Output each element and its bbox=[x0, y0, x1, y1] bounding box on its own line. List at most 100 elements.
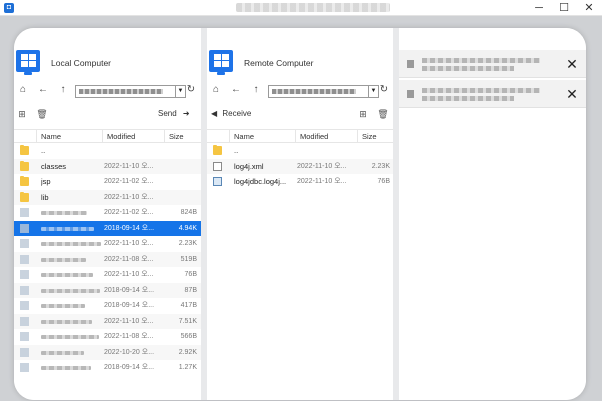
file-modified: 2018-09-14 오... bbox=[104, 364, 155, 371]
remote-panel-header: Remote Computer bbox=[207, 50, 393, 75]
column-size[interactable]: Size bbox=[164, 130, 201, 144]
file-row[interactable]: 2022-11-10 오... 76B bbox=[14, 267, 201, 283]
transfer-item[interactable]: ✕ bbox=[399, 80, 586, 108]
transfer-queue: ✕ ✕ bbox=[399, 28, 586, 400]
file-row[interactable]: 2018-09-14 오... 1.27K bbox=[14, 360, 201, 376]
file-row[interactable]: 2018-09-14 오... 417B bbox=[14, 298, 201, 314]
file-name: jsp bbox=[41, 177, 51, 186]
file-icon bbox=[20, 208, 29, 217]
local-path-input[interactable] bbox=[75, 85, 176, 98]
send-button[interactable]: Send ➜ bbox=[158, 108, 190, 120]
send-label: Send bbox=[158, 109, 177, 118]
file-row[interactable]: 2022-11-08 오... 566B bbox=[14, 329, 201, 345]
home-icon[interactable]: ⌂ bbox=[209, 82, 223, 98]
file-modified: 2022-11-10 오... bbox=[297, 178, 347, 185]
folder-icon bbox=[20, 160, 29, 171]
file-row[interactable]: 2018-09-14 오... 87B bbox=[14, 282, 201, 298]
column-name[interactable]: Name bbox=[229, 130, 295, 144]
back-arrow-icon[interactable]: ← bbox=[229, 82, 243, 98]
file-row[interactable]: jsp 2022-11-02 오... bbox=[14, 174, 201, 190]
transfer-item-text bbox=[422, 58, 540, 63]
file-modified: 2022-11-02 오... bbox=[104, 209, 154, 216]
file-size: 417B bbox=[180, 302, 197, 309]
send-arrow-icon: ➜ bbox=[182, 109, 190, 118]
file-icon bbox=[20, 332, 29, 341]
up-arrow-icon[interactable]: ↑ bbox=[249, 82, 263, 98]
file-row[interactable]: classes 2022-11-10 오... bbox=[14, 158, 201, 174]
file-modified: 2022-11-10 오... bbox=[104, 240, 154, 247]
home-icon[interactable]: ⌂ bbox=[16, 82, 30, 98]
file-icon bbox=[20, 301, 29, 310]
column-modified[interactable]: Modified bbox=[102, 130, 164, 144]
transfer-item-text bbox=[422, 88, 540, 93]
receive-arrow-icon: ◀ bbox=[211, 109, 218, 118]
trash-icon[interactable]: 🗑 bbox=[36, 108, 48, 120]
column-size[interactable]: Size bbox=[357, 130, 393, 144]
refresh-icon[interactable]: ↻ bbox=[377, 82, 391, 98]
new-folder-icon[interactable]: ⊞ bbox=[357, 108, 369, 120]
new-folder-icon[interactable]: ⊞ bbox=[16, 108, 28, 120]
local-computer-panel: Local Computer ⌂ ← ↑ ▼ ↻ ⊞ 🗑 Send ➜ Name… bbox=[14, 28, 201, 400]
file-modified: 2022-11-08 오... bbox=[104, 333, 154, 340]
file-size: 2.92K bbox=[178, 348, 197, 356]
file-size bbox=[164, 143, 197, 159]
file-row[interactable]: 2022-11-10 오... 2.23K bbox=[14, 236, 201, 252]
file-row[interactable]: log4j.xml 2022-11-10 오... 2.23K bbox=[207, 158, 393, 174]
file-size: 2.23K bbox=[178, 240, 197, 247]
local-nav-bar: ⌂ ← ↑ ▼ ↻ bbox=[14, 82, 201, 100]
file-row[interactable]: .. bbox=[207, 143, 393, 159]
app-logo-icon: ◘ bbox=[4, 3, 14, 13]
receive-button[interactable]: ◀ Receive bbox=[211, 108, 251, 120]
file-name: classes bbox=[41, 161, 67, 171]
minimize-button[interactable]: ─ bbox=[526, 0, 552, 16]
file-modified: 2018-09-14 오... bbox=[104, 286, 155, 294]
up-arrow-icon[interactable]: ↑ bbox=[56, 82, 70, 98]
file-modified: 2022-11-10 오... bbox=[104, 271, 154, 278]
remote-path-input[interactable] bbox=[268, 85, 369, 98]
file-row[interactable]: 2022-11-02 오... 824B bbox=[14, 205, 201, 221]
maximize-button[interactable]: ☐ bbox=[551, 0, 577, 16]
file-size: 824B bbox=[180, 209, 197, 216]
transfer-item-subtext bbox=[422, 66, 514, 71]
file-size: 2.23K bbox=[371, 162, 390, 170]
close-window-button[interactable]: ✕ bbox=[576, 0, 602, 16]
file-size: 76B bbox=[377, 178, 390, 185]
file-transfer-dialog: Local Computer ⌂ ← ↑ ▼ ↻ ⊞ 🗑 Send ➜ Name… bbox=[14, 28, 586, 400]
column-name[interactable]: Name bbox=[36, 130, 102, 144]
file-name bbox=[41, 304, 85, 308]
file-name bbox=[41, 319, 92, 324]
column-modified[interactable]: Modified bbox=[295, 130, 357, 144]
document-icon bbox=[213, 161, 222, 171]
file-modified: 2022-10-20 오... bbox=[104, 348, 155, 356]
file-icon bbox=[407, 60, 414, 68]
file-row[interactable]: 2022-11-10 오... 7.51K bbox=[14, 313, 201, 329]
close-icon[interactable]: ✕ bbox=[564, 86, 580, 102]
file-size: 7.51K bbox=[178, 317, 197, 325]
remote-action-bar: ◀ Receive ⊞ 🗑 bbox=[207, 108, 393, 122]
refresh-icon[interactable]: ↻ bbox=[184, 82, 198, 98]
folder-icon bbox=[20, 191, 29, 202]
remote-file-list: .. log4j.xml 2022-11-10 오... 2.23K log4jdbc.… bbox=[207, 143, 393, 190]
trash-icon[interactable]: 🗑 bbox=[377, 108, 389, 120]
file-row[interactable]: log4jdbc.log4j... 2022-11-10 오... 76B bbox=[207, 174, 393, 190]
file-row[interactable]: 2022-11-08 오... 519B bbox=[14, 251, 201, 267]
file-icon bbox=[20, 270, 29, 279]
file-size: 76B bbox=[184, 271, 197, 278]
back-arrow-icon[interactable]: ← bbox=[36, 82, 50, 98]
file-modified: 2022-11-08 오... bbox=[104, 255, 154, 263]
file-name: lib bbox=[41, 192, 49, 202]
file-modified: 2018-09-14 오... bbox=[104, 302, 155, 309]
config-file-icon bbox=[213, 177, 222, 186]
file-row[interactable]: .. bbox=[14, 143, 201, 159]
file-modified bbox=[297, 143, 355, 159]
file-name: log4j.xml bbox=[234, 161, 264, 171]
file-row[interactable]: lib 2022-11-10 오... bbox=[14, 189, 201, 205]
local-panel-title: Local Computer bbox=[51, 58, 112, 68]
file-name: .. bbox=[41, 146, 46, 155]
file-row[interactable]: 2018-09-14 오... 4.94K bbox=[14, 220, 201, 236]
file-icon bbox=[20, 223, 29, 233]
close-icon[interactable]: ✕ bbox=[564, 56, 580, 72]
windows-computer-icon bbox=[16, 50, 40, 75]
file-row[interactable]: 2022-10-20 오... 2.92K bbox=[14, 344, 201, 360]
transfer-item[interactable]: ✕ bbox=[399, 50, 586, 78]
